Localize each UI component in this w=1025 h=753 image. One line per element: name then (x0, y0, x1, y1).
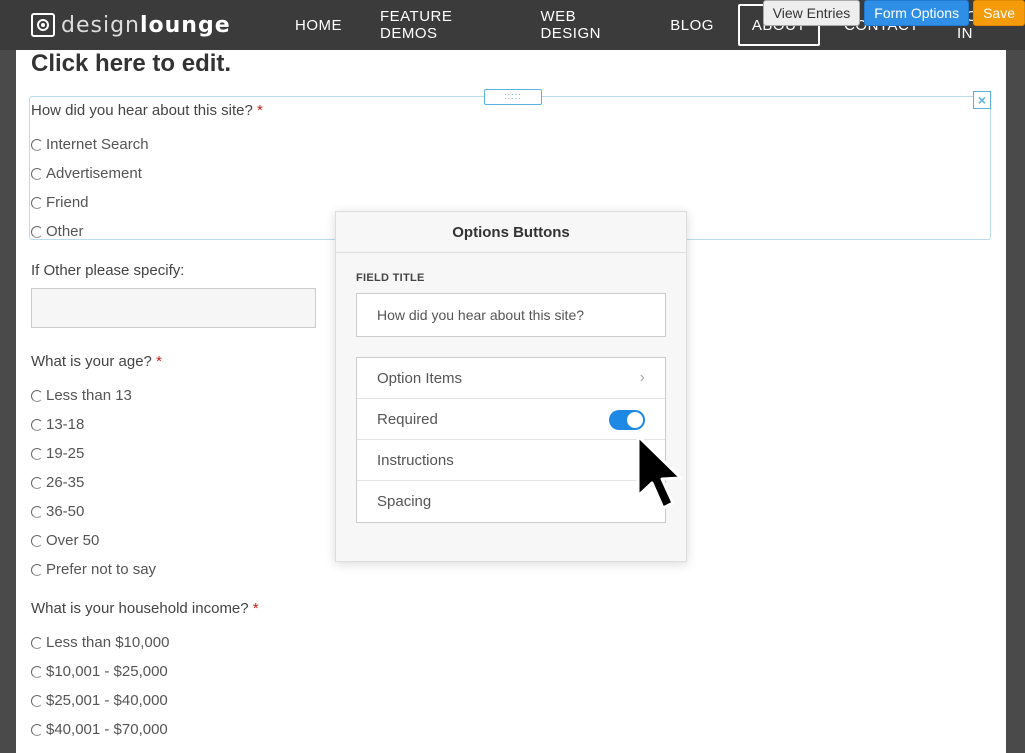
radio-icon[interactable] (31, 665, 43, 678)
other-specify-input[interactable] (31, 288, 316, 328)
radio-option[interactable]: Friend (31, 194, 89, 211)
radio-icon[interactable] (31, 167, 43, 180)
radio-icon[interactable] (31, 447, 43, 460)
radio-icon[interactable] (31, 225, 43, 238)
popover-title: Options Buttons (336, 212, 686, 253)
radio-icon[interactable] (31, 694, 43, 707)
nav-blog[interactable]: BLOG (651, 0, 733, 50)
radio-option[interactable]: 13-18 (31, 416, 84, 433)
spacing-label: Spacing (377, 493, 432, 510)
question-age-label: What is your age? * (31, 353, 162, 370)
radio-icon[interactable] (31, 636, 43, 649)
field-settings-list: Option Items › Required Instructions Spa… (356, 357, 666, 523)
top-navigation-bar: designlounge HOME FEATURE DEMOS WEB DESI… (0, 0, 1025, 50)
field-title-input[interactable]: How did you hear about this site? (356, 293, 666, 337)
question-hear-about-label: How did you hear about this site? * (31, 102, 263, 119)
radio-option[interactable]: Less than $10,000 (31, 634, 169, 651)
option-items-row[interactable]: Option Items › (357, 358, 665, 399)
toggle-knob (627, 412, 643, 428)
radio-option[interactable]: 36-50 (31, 503, 84, 520)
required-label: Required (377, 410, 438, 428)
field-title-label: FIELD TITLE (356, 272, 425, 284)
mouse-pointer-icon (632, 432, 688, 527)
option-items-label: Option Items (377, 369, 463, 387)
radio-icon[interactable] (31, 723, 43, 736)
radio-option[interactable]: 19-25 (31, 445, 84, 462)
radio-icon[interactable] (31, 476, 43, 489)
radio-option[interactable]: $10,001 - $25,000 (31, 663, 168, 680)
radio-option[interactable]: Advertisement (31, 165, 142, 182)
drag-handle-icon[interactable]: ::::: (484, 89, 542, 105)
radio-option[interactable]: 26-35 (31, 474, 84, 491)
radio-icon[interactable] (31, 505, 43, 518)
view-entries-button[interactable]: View Entries (762, 0, 861, 26)
required-row: Required (357, 399, 665, 440)
other-specify-label: If Other please specify: (31, 262, 185, 279)
radio-option[interactable]: Internet Search (31, 136, 149, 153)
question-income-label: What is your household income? * (31, 600, 259, 617)
logo-icon (31, 13, 55, 37)
nav-home[interactable]: HOME (276, 0, 361, 50)
logo-text: designlounge (61, 12, 231, 38)
instructions-label: Instructions (377, 451, 454, 469)
radio-icon[interactable] (31, 138, 43, 151)
site-logo[interactable]: designlounge (31, 11, 231, 39)
radio-option[interactable]: Other (31, 223, 84, 240)
nav-feature-demos[interactable]: FEATURE DEMOS (361, 0, 521, 50)
radio-icon[interactable] (31, 563, 43, 576)
radio-icon[interactable] (31, 389, 43, 402)
radio-option[interactable]: Prefer not to say (31, 561, 156, 578)
radio-option[interactable]: Less than 13 (31, 387, 132, 404)
close-icon[interactable]: × (973, 91, 991, 109)
radio-icon[interactable] (31, 534, 43, 547)
radio-option[interactable]: $40,001 - $70,000 (31, 721, 168, 738)
chevron-right-icon: › (639, 369, 645, 386)
radio-icon[interactable] (31, 418, 43, 431)
required-toggle[interactable] (609, 410, 645, 430)
radio-option[interactable]: Over 50 (31, 532, 99, 549)
radio-icon[interactable] (31, 196, 43, 209)
form-options-button[interactable]: Form Options (864, 0, 970, 26)
form-title[interactable]: Click here to edit. (31, 50, 231, 78)
save-button[interactable]: Save (973, 0, 1025, 26)
admin-toolbar: View Entries Form Options Save (762, 0, 1025, 26)
spacing-row[interactable]: Spacing (357, 481, 665, 522)
radio-option[interactable]: $25,001 - $40,000 (31, 692, 168, 709)
instructions-row[interactable]: Instructions (357, 440, 665, 481)
nav-web-design[interactable]: WEB DESIGN (521, 0, 651, 50)
